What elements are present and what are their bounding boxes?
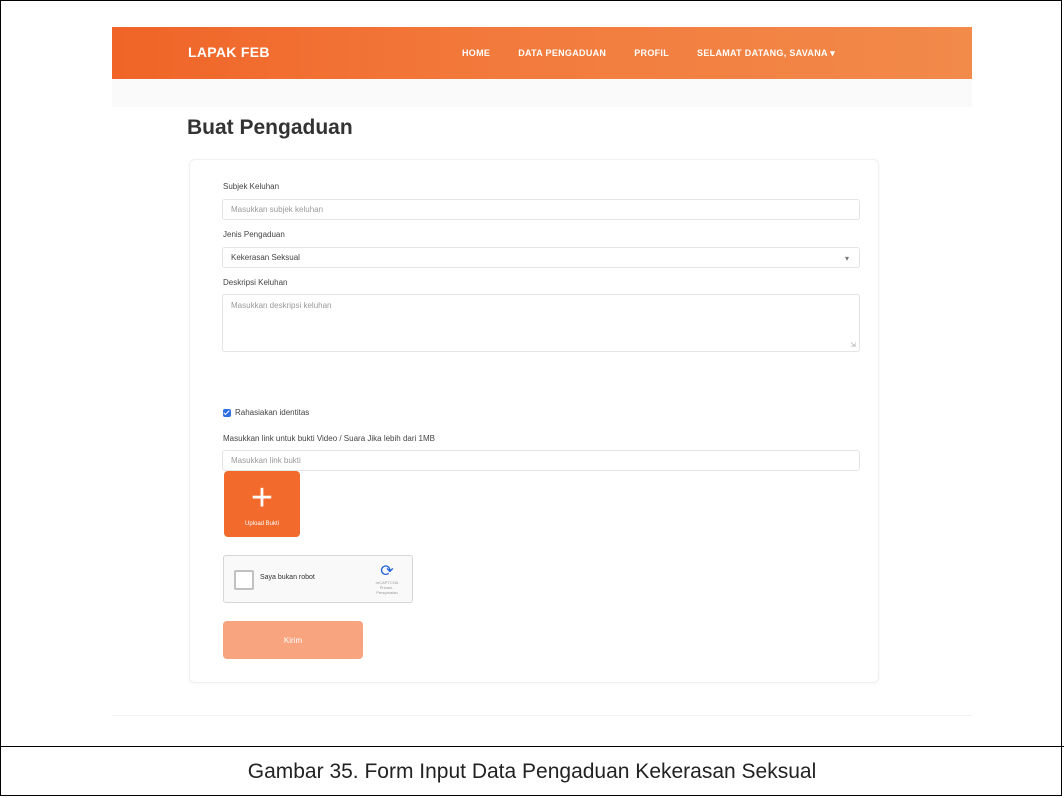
anonymous-label: Rahasiakan identitas [235, 408, 310, 417]
recaptcha-icon: ⟳ [380, 563, 394, 580]
screenshot-area: LAPAK FEB HOME DATA PENGADUAN PROFIL SEL… [112, 27, 972, 717]
recaptcha-terms[interactable]: Privasi - Persyaratan [372, 585, 402, 595]
footer-divider [112, 715, 972, 716]
description-label: Deskripsi Keluhan [223, 278, 288, 287]
anonymous-checkbox[interactable] [223, 408, 231, 417]
subject-input[interactable]: Masukkan subjek keluhan [222, 199, 860, 220]
page-title: Buat Pengaduan [187, 116, 353, 139]
link-input[interactable]: Masukkan link bukti [222, 450, 860, 471]
nav-profil[interactable]: PROFIL [634, 48, 669, 58]
link-placeholder: Masukkan link bukti [231, 456, 301, 465]
upload-label: Upload Bukti [244, 521, 280, 527]
subject-label: Subjek Keluhan [223, 182, 280, 191]
description-placeholder: Masukkan deskripsi keluhan [231, 301, 332, 310]
subject-placeholder: Masukkan subjek keluhan [231, 205, 324, 214]
recaptcha-logo: ⟳ reCAPTCHA Privasi - Persyaratan [372, 563, 402, 596]
recaptcha-widget: Saya bukan robot ⟳ reCAPTCHA Privasi - P… [223, 555, 413, 603]
nav-menu: HOME DATA PENGADUAN PROFIL SELAMAT DATAN… [462, 27, 835, 79]
plus-icon: + [250, 477, 274, 519]
anonymous-option[interactable]: Rahasiakan identitas [223, 408, 309, 417]
description-textarea[interactable]: Masukkan deskripsi keluhan ⇲ [222, 294, 860, 352]
recaptcha-label: Saya bukan robot [260, 574, 315, 581]
brand-logo[interactable]: LAPAK FEB [188, 44, 270, 60]
upload-evidence-button[interactable]: + Upload Bukti [224, 471, 300, 537]
nav-user-dropdown[interactable]: SELAMAT DATANG, SAVANA [697, 48, 835, 59]
resize-handle-icon[interactable]: ⇲ [850, 341, 856, 349]
chevron-down-icon: ▾ [844, 254, 849, 263]
nav-data-pengaduan[interactable]: DATA PENGADUAN [518, 48, 606, 58]
submit-button[interactable]: Kirim [223, 621, 363, 659]
nav-home[interactable]: HOME [462, 48, 490, 58]
type-select[interactable]: Kekerasan Seksual ▾ [222, 247, 860, 268]
type-selected-value: Kekerasan Seksual [231, 253, 300, 262]
figure-caption: Gambar 35. Form Input Data Pengaduan Kek… [247, 760, 817, 783]
type-label: Jenis Pengaduan [223, 230, 285, 239]
sub-header [112, 79, 972, 107]
complaint-form-card: Subjek Keluhan Masukkan subjek keluhan J… [189, 159, 879, 683]
navbar: LAPAK FEB HOME DATA PENGADUAN PROFIL SEL… [112, 27, 972, 79]
recaptcha-checkbox[interactable] [234, 570, 254, 590]
link-label: Masukkan link untuk bukti Video / Suara … [223, 434, 435, 443]
